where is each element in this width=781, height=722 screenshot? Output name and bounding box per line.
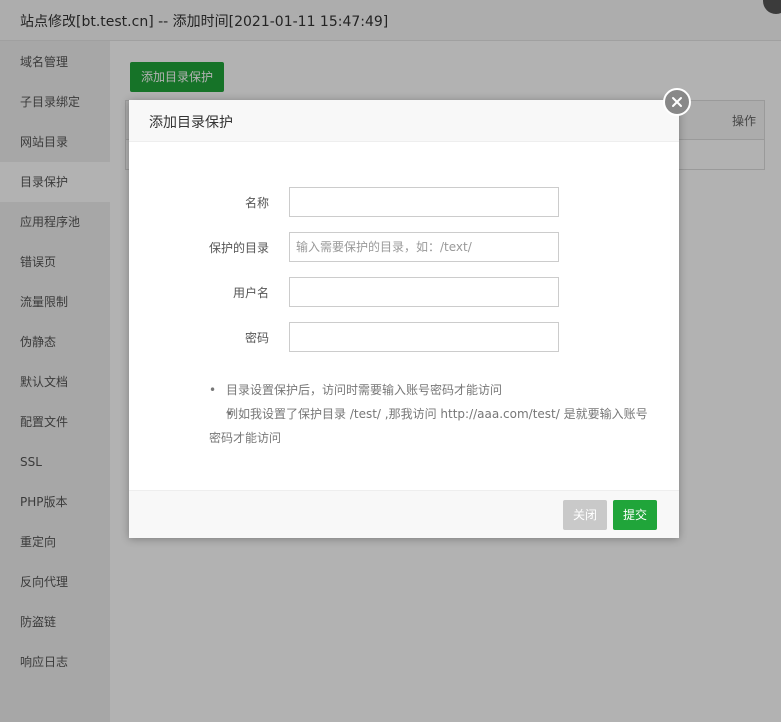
submit-button[interactable]: 提交 xyxy=(613,500,658,530)
password-label: 密码 xyxy=(244,331,269,345)
dialog-footer: 关闭 提交 xyxy=(129,490,679,538)
form-row-dir: 保护的目录 xyxy=(129,232,679,262)
dialog-header: 添加目录保护 xyxy=(129,100,679,142)
form-row-username: 用户名 xyxy=(129,277,679,307)
close-icon xyxy=(672,97,682,107)
protected-dir-input[interactable] xyxy=(289,232,559,262)
tips-list: 目录设置保护后，访问时需要输入账号密码才能访问 例如我设置了保护目录 /test… xyxy=(209,378,659,450)
name-input[interactable] xyxy=(289,187,559,217)
username-input[interactable] xyxy=(289,277,559,307)
tip-item: 目录设置保护后，访问时需要输入账号密码才能访问 xyxy=(209,378,659,402)
dialog-title: 添加目录保护 xyxy=(149,115,233,131)
username-label: 用户名 xyxy=(232,286,269,300)
form-row-name: 名称 xyxy=(129,187,679,217)
add-protection-dialog: 添加目录保护 名称 保护的目录 用户名 密码 目录设置保护后，访问时需要输入账号… xyxy=(129,100,679,538)
password-input[interactable] xyxy=(289,322,559,352)
dialog-close-icon[interactable] xyxy=(663,88,691,116)
name-label: 名称 xyxy=(244,196,269,210)
tip-item: 例如我设置了保护目录 /test/ ,那我访问 http://aaa.com/t… xyxy=(209,402,659,450)
form-row-password: 密码 xyxy=(129,322,679,352)
close-button[interactable]: 关闭 xyxy=(563,500,608,530)
protected-dir-label: 保护的目录 xyxy=(208,241,269,255)
